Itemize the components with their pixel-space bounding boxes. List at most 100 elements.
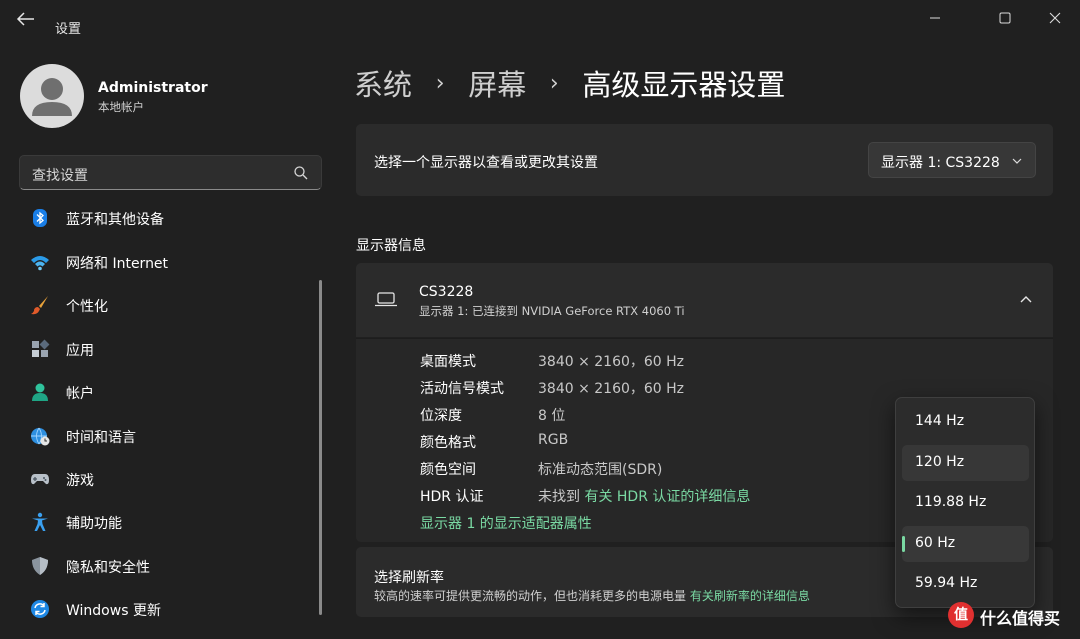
sidebar-item-time-language[interactable]: 时间和语言 bbox=[20, 418, 320, 454]
display-select[interactable]: 显示器 1: CS3228 bbox=[868, 142, 1036, 178]
monitor-subtitle: 显示器 1: 已连接到 NVIDIA GeForce RTX 4060 Ti bbox=[419, 304, 685, 318]
chevron-down-icon bbox=[1012, 158, 1022, 164]
sidebar-item-accessibility[interactable]: 辅助功能 bbox=[20, 504, 320, 540]
wifi-icon bbox=[31, 256, 49, 271]
refresh-rate-option[interactable]: 119.88 Hz bbox=[902, 485, 1029, 521]
refresh-rate-option-selected[interactable]: 60 Hz bbox=[902, 526, 1029, 562]
refresh-rate-option[interactable]: 144 Hz bbox=[902, 404, 1029, 440]
adapter-properties-link[interactable]: 显示器 1 的显示适配器属性 bbox=[420, 513, 592, 533]
update-icon bbox=[31, 600, 49, 618]
refresh-rate-info-link[interactable]: 有关刷新率的详细信息 bbox=[690, 589, 810, 603]
watermark: 值 什么值得买 bbox=[948, 600, 1078, 632]
info-label: HDR 认证 bbox=[420, 489, 484, 505]
refresh-rate-option[interactable]: 120 Hz bbox=[902, 445, 1029, 481]
info-label: 颜色格式 bbox=[420, 435, 476, 451]
info-value: 8 位 bbox=[538, 408, 566, 424]
account-type: 本地帐户 bbox=[98, 100, 144, 114]
sidebar-item-windows-update[interactable]: Windows 更新 bbox=[20, 591, 320, 627]
back-button[interactable] bbox=[14, 10, 36, 28]
chevron-up-icon[interactable] bbox=[1018, 292, 1034, 306]
sidebar-item-label: 个性化 bbox=[66, 299, 108, 315]
info-row: 活动信号模式 3840 × 2160，60 Hz bbox=[420, 376, 1020, 398]
maximize-icon bbox=[999, 12, 1011, 24]
sidebar-item-apps[interactable]: 应用 bbox=[20, 331, 320, 367]
user-name: Administrator bbox=[98, 80, 208, 96]
sidebar-item-label: 时间和语言 bbox=[66, 430, 136, 446]
refresh-rate-option-label: 120 Hz bbox=[915, 454, 965, 470]
selection-indicator bbox=[902, 536, 905, 552]
breadcrumb: 系统 › 屏幕 › 高级显示器设置 bbox=[354, 62, 785, 106]
info-value: 3840 × 2160，60 Hz bbox=[538, 381, 685, 397]
info-value: 3840 × 2160，60 Hz bbox=[538, 354, 685, 370]
info-label: 桌面模式 bbox=[420, 354, 476, 370]
select-display-label: 选择一个显示器以查看或更改其设置 bbox=[374, 155, 598, 171]
brush-icon bbox=[31, 296, 48, 315]
sidebar-item-label: 隐私和安全性 bbox=[66, 560, 150, 576]
sidebar-item-network[interactable]: 网络和 Internet bbox=[20, 244, 320, 280]
apps-icon bbox=[32, 339, 50, 357]
maximize-button[interactable] bbox=[990, 8, 1020, 28]
refresh-rate-desc-text: 较高的速率可提供更流畅的动作，但也消耗更多的电源电量 bbox=[374, 589, 687, 603]
minimize-button[interactable] bbox=[920, 8, 950, 28]
breadcrumb-system[interactable]: 系统 bbox=[354, 68, 412, 102]
bluetooth-icon bbox=[33, 209, 47, 227]
info-row: 桌面模式 3840 × 2160，60 Hz bbox=[420, 349, 1020, 371]
info-label: 位深度 bbox=[420, 408, 462, 424]
accessibility-icon bbox=[32, 512, 48, 531]
account-icon bbox=[32, 383, 48, 401]
info-label: 颜色空间 bbox=[420, 462, 476, 478]
page-title: 高级显示器设置 bbox=[582, 68, 786, 102]
close-icon bbox=[1049, 12, 1061, 24]
sidebar-item-label: 辅助功能 bbox=[66, 516, 122, 532]
search-icon[interactable] bbox=[293, 165, 309, 181]
monitor-header[interactable]: CS3228 显示器 1: 已连接到 NVIDIA GeForce RTX 40… bbox=[356, 263, 1053, 337]
info-label: 活动信号模式 bbox=[420, 381, 504, 397]
refresh-rate-option-label: 119.88 Hz bbox=[915, 494, 987, 510]
search-placeholder: 查找设置 bbox=[32, 168, 88, 184]
breadcrumb-separator: › bbox=[435, 70, 445, 96]
monitor-name: CS3228 bbox=[419, 284, 474, 300]
refresh-rate-option-label: 59.94 Hz bbox=[915, 575, 978, 591]
app-title: 设置 bbox=[55, 22, 82, 37]
watermark-text: 什么值得买 bbox=[980, 609, 1061, 628]
sidebar-item-bluetooth[interactable]: 蓝牙和其他设备 bbox=[20, 200, 320, 236]
refresh-rate-option-label: 60 Hz bbox=[915, 535, 956, 551]
minimize-icon bbox=[930, 17, 940, 19]
sidebar-item-label: 游戏 bbox=[66, 473, 94, 489]
sidebar-item-label: 应用 bbox=[66, 343, 94, 359]
sidebar-item-label: 网络和 Internet bbox=[66, 256, 169, 272]
hdr-status: 未找到 bbox=[538, 489, 580, 505]
refresh-rate-option[interactable]: 59.94 Hz bbox=[902, 566, 1029, 602]
hdr-info-link[interactable]: 有关 HDR 认证的详细信息 bbox=[584, 489, 750, 505]
shield-icon bbox=[32, 557, 48, 575]
laptop-icon bbox=[375, 292, 397, 307]
sidebar-item-label: 蓝牙和其他设备 bbox=[66, 212, 164, 228]
sidebar-item-label: 帐户 bbox=[66, 386, 94, 402]
breadcrumb-separator: › bbox=[549, 70, 559, 96]
watermark-badge-char: 值 bbox=[954, 607, 968, 623]
info-value: 未找到 有关 HDR 认证的详细信息 bbox=[538, 486, 750, 506]
user-avatar-icon bbox=[32, 78, 72, 116]
sidebar-scrollbar[interactable] bbox=[319, 280, 322, 615]
close-button[interactable] bbox=[1040, 8, 1070, 28]
info-value: RGB bbox=[538, 432, 569, 448]
sidebar-item-privacy[interactable]: 隐私和安全性 bbox=[20, 548, 320, 584]
refresh-rate-dropdown[interactable]: 144 Hz 120 Hz 119.88 Hz 60 Hz 59.94 Hz bbox=[895, 397, 1035, 608]
display-info-heading: 显示器信息 bbox=[356, 238, 426, 254]
refresh-rate-description: 较高的速率可提供更流畅的动作，但也消耗更多的电源电量 有关刷新率的详细信息 bbox=[374, 587, 810, 604]
sidebar-item-accounts[interactable]: 帐户 bbox=[20, 374, 320, 410]
info-value: 标准动态范围(SDR) bbox=[538, 462, 663, 478]
sidebar-item-gaming[interactable]: 游戏 bbox=[20, 461, 320, 497]
title-bar: 设置 bbox=[0, 0, 1080, 37]
display-select-value: 显示器 1: CS3228 bbox=[881, 155, 1000, 171]
refresh-rate-option-label: 144 Hz bbox=[915, 413, 965, 429]
gamepad-icon bbox=[31, 474, 49, 485]
sidebar-item-label: Windows 更新 bbox=[66, 603, 161, 619]
search-input[interactable]: 查找设置 bbox=[19, 155, 322, 190]
avatar[interactable] bbox=[20, 64, 84, 128]
back-icon bbox=[16, 12, 34, 26]
refresh-rate-title: 选择刷新率 bbox=[374, 570, 444, 586]
globe-clock-icon bbox=[31, 427, 50, 446]
sidebar-item-personalization[interactable]: 个性化 bbox=[20, 287, 320, 323]
breadcrumb-display[interactable]: 屏幕 bbox=[468, 68, 526, 102]
